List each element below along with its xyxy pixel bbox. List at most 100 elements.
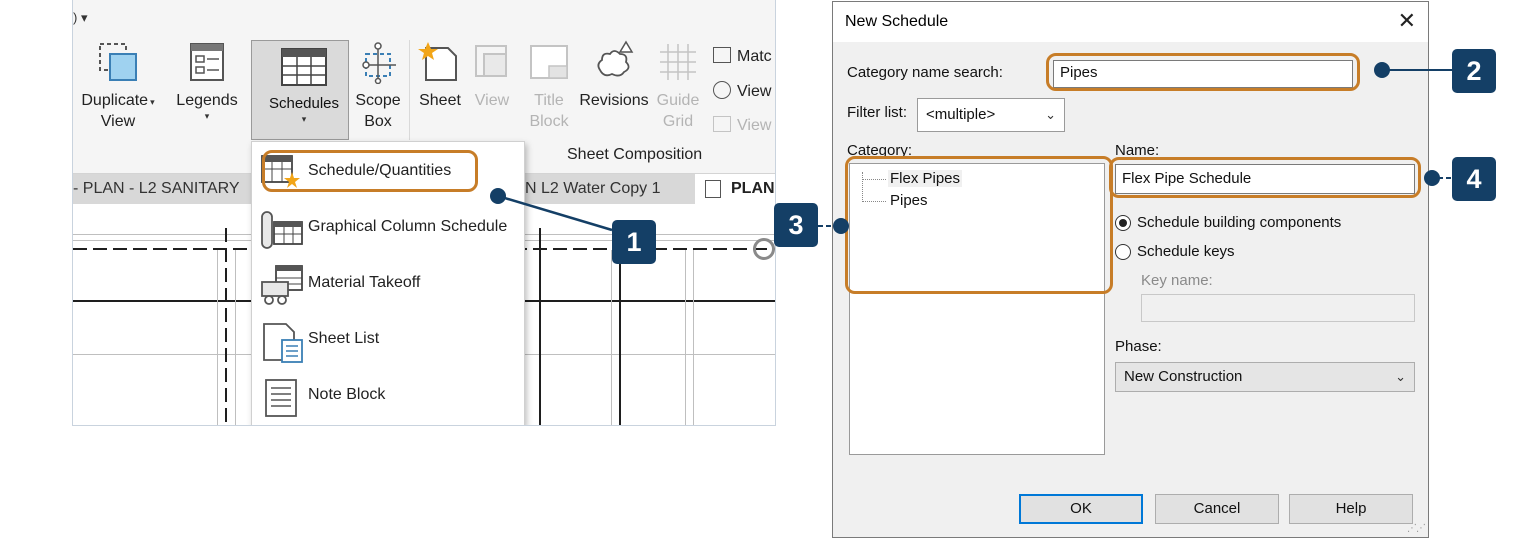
- tab-plan-l2-sanitary[interactable]: - PLAN - L2 SANITARY: [73, 174, 251, 204]
- guide-grid-label-2: Grid: [662, 113, 694, 130]
- revisions-icon: [597, 40, 634, 77]
- filter-list-dropdown[interactable]: <multiple> ⌄: [917, 98, 1065, 132]
- key-name-input[interactable]: [1141, 294, 1415, 322]
- phase-label: Phase:: [1115, 338, 1162, 355]
- resize-grip-icon[interactable]: ⋰⋰: [1407, 523, 1426, 534]
- title-block-label-1: Title: [534, 92, 564, 109]
- callout-badge-3: 3: [774, 203, 818, 247]
- legends-label: Legends: [176, 92, 238, 109]
- dialog-title: New Schedule: [845, 13, 949, 30]
- key-name-label: Key name:: [1141, 272, 1213, 289]
- wall-line: [217, 250, 218, 425]
- revisions-label: Revisions: [579, 92, 649, 109]
- chevron-down-icon: ⌄: [1045, 107, 1056, 122]
- menu-item-material-takeoff[interactable]: Material Takeoff: [252, 256, 526, 312]
- title-block-button[interactable]: Title Block: [521, 40, 577, 132]
- cancel-button[interactable]: Cancel: [1155, 494, 1279, 524]
- ribbon-separator: [409, 40, 410, 140]
- callout-badge-4: 4: [1452, 157, 1496, 201]
- view-ref-label: View: [737, 83, 772, 100]
- highlight-schedule-quantities: [262, 150, 478, 192]
- sheet-button[interactable]: Sheet: [413, 40, 467, 111]
- category-search-label: Category name search:: [847, 64, 1003, 81]
- scope-box-label-1: Scope: [355, 92, 401, 109]
- view-ref-button[interactable]: View: [713, 81, 771, 101]
- grid-bubble: [753, 238, 775, 260]
- grid-line: [539, 228, 541, 425]
- callout-2-leader: [1388, 69, 1452, 71]
- menu-label-note-block: Note Block: [308, 386, 386, 403]
- chevron-down-icon: ⌄: [1395, 369, 1406, 384]
- wall-line: [693, 250, 694, 425]
- view-disabled-label: View: [737, 117, 772, 134]
- graphical-column-schedule-icon: [261, 211, 303, 249]
- duplicate-view-caret: ▾: [150, 97, 155, 107]
- legends-button[interactable]: Legends ▾: [169, 40, 245, 121]
- revisions-button[interactable]: Revisions: [579, 40, 649, 111]
- radio-schedule-keys[interactable]: [1115, 244, 1131, 260]
- view-icon: [475, 45, 507, 77]
- duplicate-view-button[interactable]: Duplicate ▾ View: [79, 40, 157, 132]
- note-block-icon: [265, 379, 297, 417]
- sheet-icon: [418, 42, 457, 81]
- radio-schedule-components[interactable]: [1115, 215, 1131, 231]
- menu-label-graphical-column-schedule: Graphical Column Schedule: [308, 218, 508, 235]
- phase-dropdown[interactable]: New Construction ⌄: [1115, 362, 1415, 392]
- sheet-tab-icon: [705, 180, 721, 198]
- legends-icon: [190, 43, 224, 81]
- menu-label-sheet-list: Sheet List: [308, 330, 380, 347]
- menu-label-material-takeoff: Material Takeoff: [308, 274, 421, 291]
- help-button[interactable]: Help: [1289, 494, 1413, 524]
- view-label: View: [474, 92, 510, 109]
- filter-list-value: <multiple>: [926, 106, 996, 123]
- legends-caret: ▾: [204, 111, 210, 121]
- match-icon: [713, 47, 731, 63]
- duplicate-view-icon: [99, 43, 137, 81]
- tab-plan-label: PLAN: [731, 180, 775, 197]
- grid-line: [225, 228, 227, 425]
- menu-item-note-block[interactable]: Note Block: [252, 368, 526, 424]
- schedules-icon: [281, 48, 327, 86]
- callout-badge-1: 1: [612, 220, 656, 264]
- duplicate-view-label-1: Duplicate: [81, 92, 149, 109]
- schedules-caret: ▾: [301, 114, 307, 124]
- callout-badge-2: 2: [1452, 49, 1496, 93]
- revit-window: ) ▾ Duplicate ▾ View Legends ▾ Schedules…: [72, 0, 776, 426]
- close-icon[interactable]: ✕: [1398, 10, 1416, 32]
- material-takeoff-icon: [261, 265, 303, 305]
- wall-line: [235, 250, 236, 425]
- match-label: Matc: [737, 48, 772, 65]
- title-block-icon: [530, 45, 568, 79]
- highlight-schedule-name: [1109, 157, 1421, 198]
- highlight-category-list: [845, 156, 1113, 294]
- wall-line: [685, 250, 686, 425]
- callout-3-leader: [818, 225, 836, 227]
- panel-label-sheet-composition: Sheet Composition: [567, 146, 703, 163]
- ok-button[interactable]: OK: [1019, 494, 1143, 524]
- guide-grid-button[interactable]: Guide Grid: [653, 40, 703, 132]
- view-disabled-icon: [713, 116, 731, 132]
- match-button[interactable]: Matc: [713, 47, 772, 66]
- guide-grid-icon: [660, 44, 696, 80]
- scope-box-button[interactable]: Scope Box: [351, 40, 405, 132]
- sheet-label: Sheet: [419, 92, 461, 109]
- wall-line: [611, 250, 612, 425]
- view-disabled-button[interactable]: View: [713, 116, 771, 135]
- sheet-list-icon: [263, 323, 303, 363]
- view-button[interactable]: View: [469, 40, 515, 111]
- menu-item-sheet-list[interactable]: Sheet List: [252, 312, 526, 368]
- scope-box-icon: [362, 42, 396, 84]
- schedules-label: Schedules: [268, 95, 340, 112]
- schedules-button[interactable]: Schedules ▾: [251, 40, 349, 140]
- guide-grid-label-1: Guide: [656, 92, 700, 109]
- title-block-label-2: Block: [529, 113, 569, 130]
- callout-1-leader: [497, 194, 613, 232]
- quick-access-toolbar[interactable]: ) ▾: [73, 10, 87, 26]
- tab-plan[interactable]: PLAN: [695, 174, 775, 204]
- radio-schedule-keys-label[interactable]: Schedule keys: [1137, 243, 1235, 260]
- highlight-category-search: [1046, 53, 1360, 91]
- callout-4-leader: [1438, 177, 1452, 179]
- radio-schedule-components-label[interactable]: Schedule building components: [1137, 214, 1341, 231]
- dialog-title-bar: New Schedule ✕: [833, 2, 1428, 42]
- menu-item-graphical-column-schedule[interactable]: Graphical Column Schedule: [252, 200, 526, 256]
